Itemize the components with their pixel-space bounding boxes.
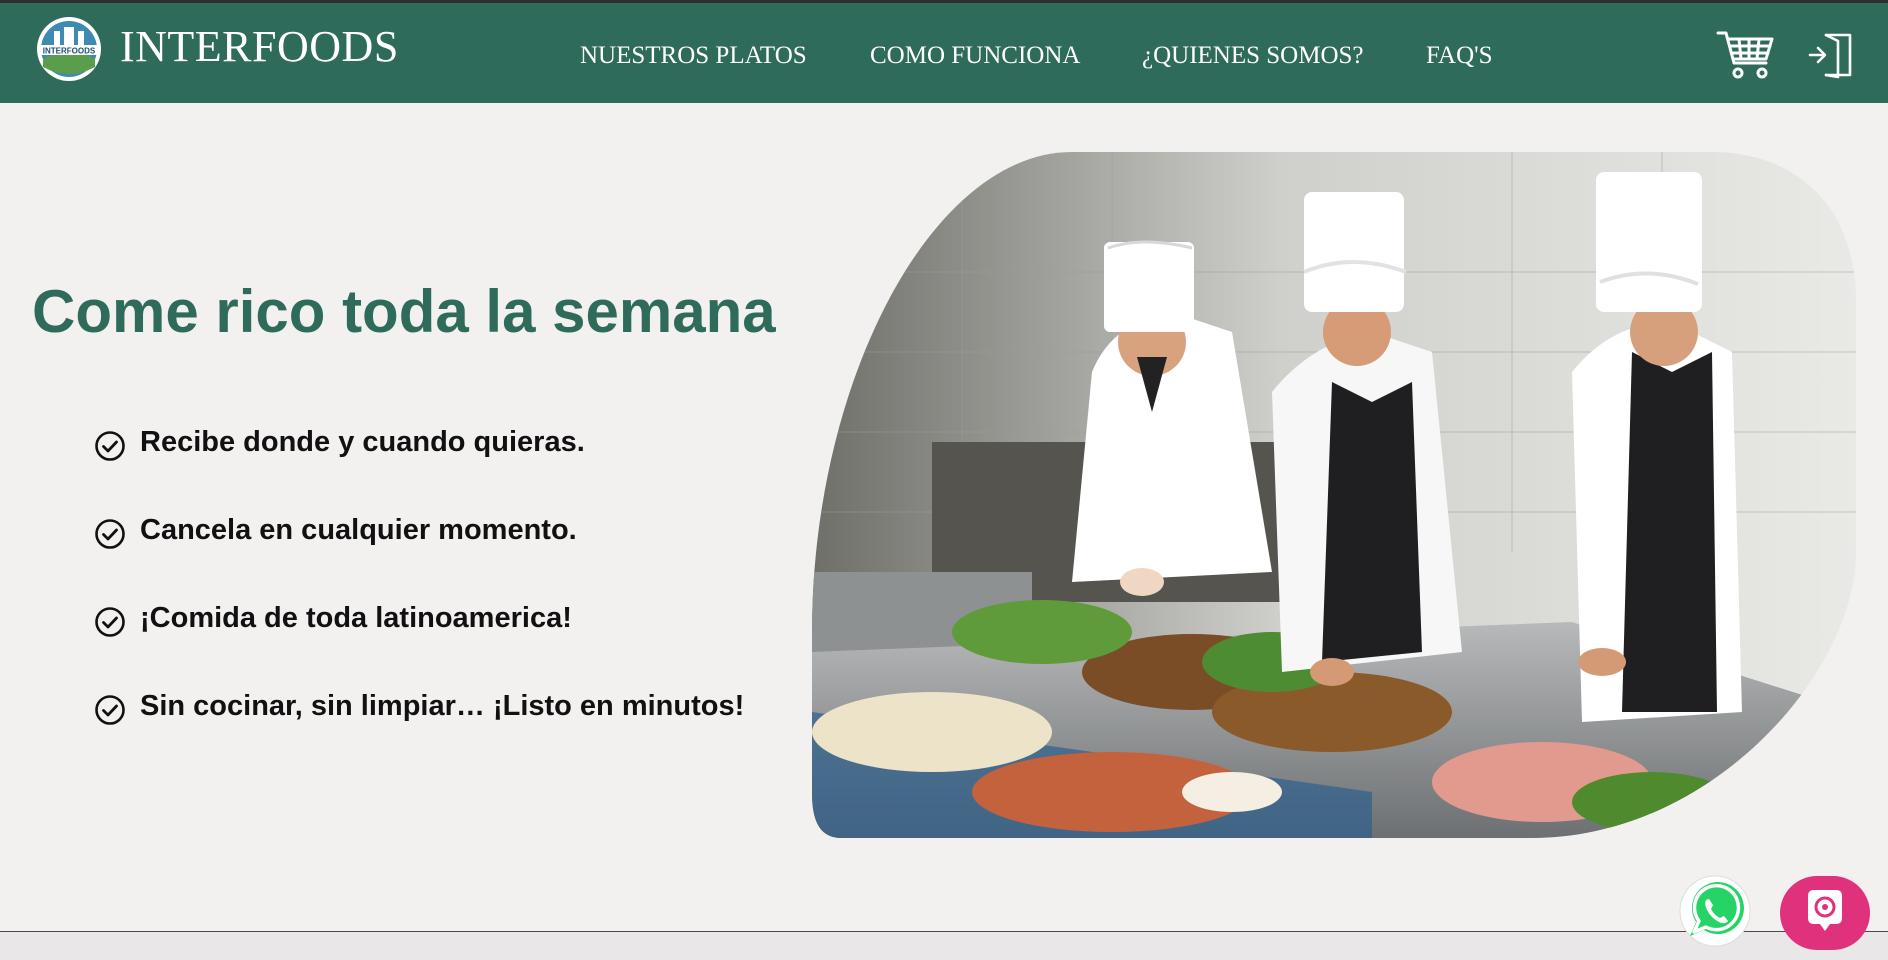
cart-button[interactable] [1716, 29, 1774, 81]
feature-item: Cancela en cualquier momento. [94, 510, 794, 550]
nav-quienes-somos[interactable]: ¿QUIENES SOMOS? [1142, 43, 1364, 68]
logo-text: INTERFOODS [43, 47, 96, 56]
feature-item: ¡Comida de toda latinoamerica! [94, 598, 794, 638]
hero-title: Come rico toda la semana [32, 278, 776, 345]
chat-assistant-icon [1780, 876, 1870, 950]
top-navbar: INTERFOODS INTERFOODS NUESTROS PLATOS CO… [0, 3, 1888, 103]
cart-icon [1716, 31, 1774, 79]
nav-faqs[interactable]: FAQ'S [1426, 43, 1493, 68]
nav-como-funciona[interactable]: COMO FUNCIONA [870, 43, 1080, 68]
feature-text: Cancela en cualquier momento. [140, 514, 577, 546]
feature-text: Recibe donde y cuando quieras. [140, 426, 585, 458]
nav-nuestros-platos[interactable]: NUESTROS PLATOS [580, 43, 807, 68]
check-circle-icon [95, 695, 125, 725]
chat-assistant-button[interactable] [1780, 876, 1870, 950]
feature-item: Sin cocinar, sin limpiar… ¡Listo en minu… [94, 686, 794, 726]
check-circle-icon [95, 431, 125, 461]
check-circle-icon [95, 519, 125, 549]
feature-item: Recibe donde y cuando quieras. [94, 422, 794, 462]
feature-text: ¡Comida de toda latinoamerica! [140, 602, 572, 634]
login-button[interactable] [1808, 31, 1854, 79]
whatsapp-icon [1679, 875, 1751, 947]
whatsapp-button[interactable] [1678, 874, 1752, 948]
login-icon [1808, 33, 1852, 79]
interfoods-logo[interactable]: INTERFOODS [30, 15, 108, 83]
chefs-preparing-food-photo [812, 152, 1856, 838]
check-circle-icon [95, 607, 125, 637]
feature-text: Sin cocinar, sin limpiar… ¡Listo en minu… [140, 690, 745, 722]
brand-name[interactable]: INTERFOODS [120, 25, 399, 69]
footer-strip [0, 932, 1888, 960]
